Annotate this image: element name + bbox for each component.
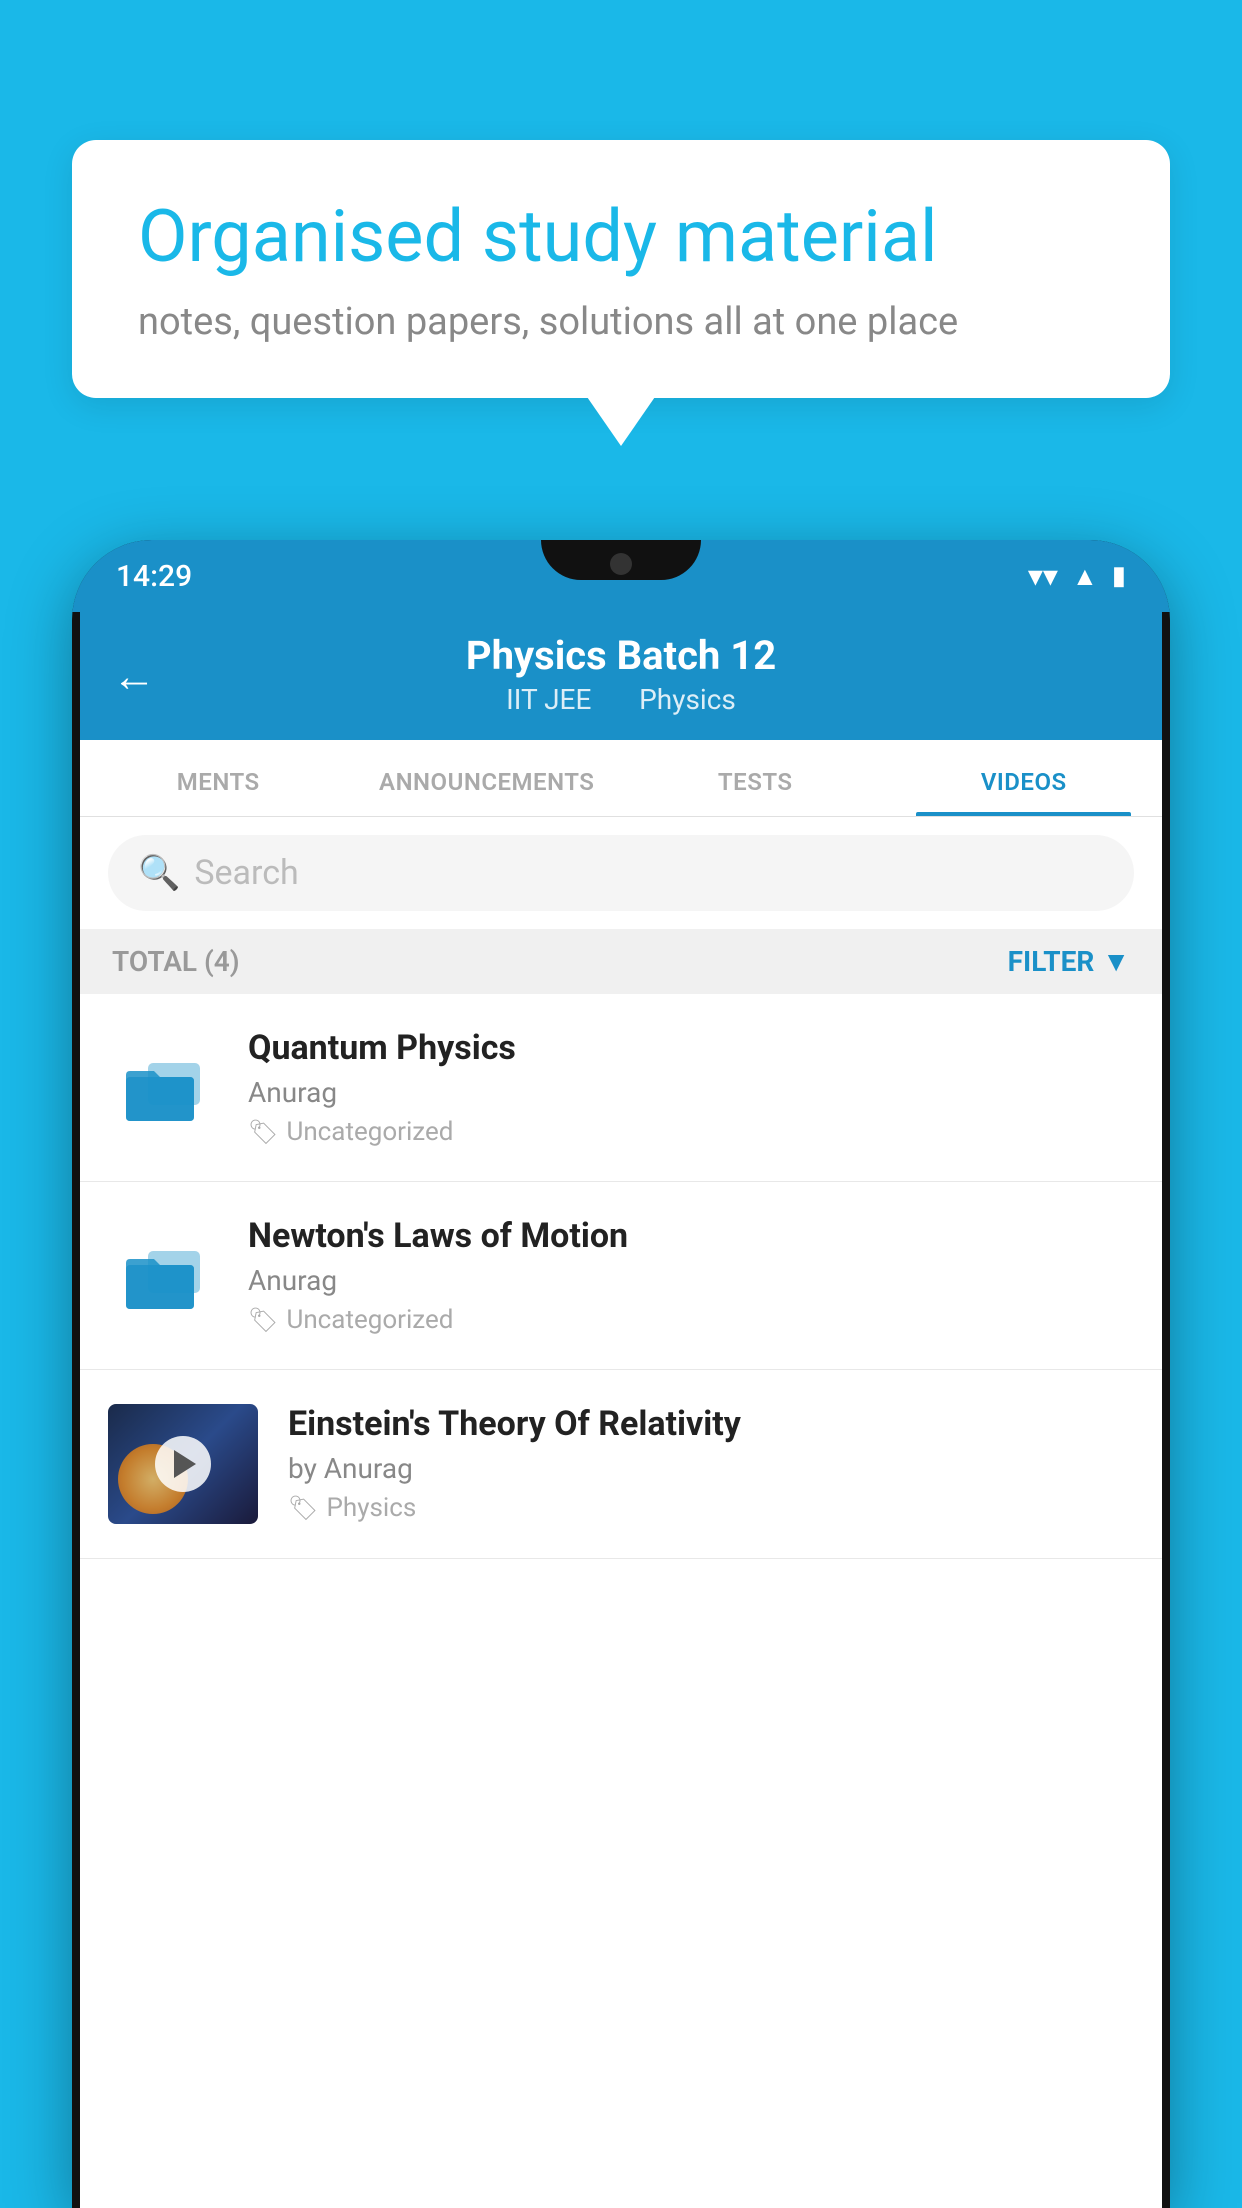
phone-content: ← Physics Batch 12 IIT JEE Physics MENTS… bbox=[80, 612, 1162, 2208]
battery-icon: ▮ bbox=[1112, 561, 1126, 591]
search-box[interactable]: 🔍 Search bbox=[108, 835, 1134, 911]
status-time: 14:29 bbox=[116, 559, 192, 594]
header-subtitle-physics: Physics bbox=[639, 683, 736, 716]
folder-icon bbox=[108, 1224, 218, 1334]
header-subtitle: IIT JEE Physics bbox=[120, 683, 1122, 716]
phone-frame: 14:29 ▾▾ ▲ ▮ ← Physics Batch 12 IIT JEE … bbox=[72, 540, 1170, 2208]
video-tag: 🏷 Uncategorized bbox=[248, 1117, 1134, 1147]
tag-icon: 🏷 bbox=[248, 1118, 278, 1146]
bubble-title: Organised study material bbox=[138, 194, 1104, 280]
header-title: Physics Batch 12 bbox=[120, 632, 1122, 679]
tag-icon: 🏷 bbox=[248, 1306, 278, 1334]
tag-text: Physics bbox=[326, 1493, 416, 1523]
header-subtitle-iitjee: IIT JEE bbox=[506, 683, 591, 716]
back-button[interactable]: ← bbox=[112, 650, 156, 702]
filter-icon: ▼ bbox=[1102, 945, 1130, 978]
phone-notch bbox=[541, 540, 701, 580]
tab-announcements[interactable]: ANNOUNCEMENTS bbox=[353, 740, 622, 816]
search-container: 🔍 Search bbox=[80, 817, 1162, 929]
filter-label: FILTER bbox=[1008, 945, 1095, 978]
tab-videos[interactable]: VIDEOS bbox=[890, 740, 1159, 816]
tab-tests[interactable]: TESTS bbox=[621, 740, 890, 816]
signal-icon: ▲ bbox=[1072, 561, 1098, 592]
search-icon: 🔍 bbox=[138, 853, 180, 893]
total-count: TOTAL (4) bbox=[112, 945, 240, 978]
play-circle bbox=[155, 1436, 211, 1492]
search-placeholder: Search bbox=[194, 853, 298, 893]
tag-icon: 🏷 bbox=[288, 1494, 318, 1522]
list-item[interactable]: Einstein's Theory Of Relativity by Anura… bbox=[80, 1370, 1162, 1559]
wifi-icon: ▾▾ bbox=[1028, 559, 1058, 594]
video-title: Newton's Laws of Motion bbox=[248, 1216, 1134, 1256]
tabs-bar: MENTS ANNOUNCEMENTS TESTS VIDEOS bbox=[80, 740, 1162, 817]
video-tag: 🏷 Physics bbox=[288, 1493, 1134, 1523]
list-item[interactable]: Newton's Laws of Motion Anurag 🏷 Uncateg… bbox=[80, 1182, 1162, 1370]
video-info: Einstein's Theory Of Relativity by Anura… bbox=[288, 1404, 1134, 1523]
video-info: Newton's Laws of Motion Anurag 🏷 Uncateg… bbox=[248, 1216, 1134, 1335]
status-icons: ▾▾ ▲ ▮ bbox=[1028, 559, 1126, 594]
play-button-overlay[interactable] bbox=[108, 1404, 258, 1524]
folder-icon bbox=[108, 1036, 218, 1146]
camera-icon bbox=[610, 553, 632, 575]
tag-text: Uncategorized bbox=[286, 1117, 453, 1147]
status-bar: 14:29 ▾▾ ▲ ▮ bbox=[72, 540, 1170, 612]
video-info: Quantum Physics Anurag 🏷 Uncategorized bbox=[248, 1028, 1134, 1147]
filter-button[interactable]: FILTER ▼ bbox=[1008, 945, 1130, 978]
list-item[interactable]: Quantum Physics Anurag 🏷 Uncategorized bbox=[80, 994, 1162, 1182]
video-title: Quantum Physics bbox=[248, 1028, 1134, 1068]
video-author: Anurag bbox=[248, 1264, 1134, 1297]
app-header: ← Physics Batch 12 IIT JEE Physics bbox=[80, 612, 1162, 740]
play-triangle-icon bbox=[174, 1450, 196, 1478]
tag-text: Uncategorized bbox=[286, 1305, 453, 1335]
video-author: Anurag bbox=[248, 1076, 1134, 1109]
speech-bubble: Organised study material notes, question… bbox=[72, 140, 1170, 398]
video-thumbnail bbox=[108, 1404, 258, 1524]
bubble-subtitle: notes, question papers, solutions all at… bbox=[138, 300, 1104, 344]
tab-ments[interactable]: MENTS bbox=[84, 740, 353, 816]
video-tag: 🏷 Uncategorized bbox=[248, 1305, 1134, 1335]
video-author: by Anurag bbox=[288, 1452, 1134, 1485]
filter-bar: TOTAL (4) FILTER ▼ bbox=[80, 929, 1162, 994]
video-title: Einstein's Theory Of Relativity bbox=[288, 1404, 1134, 1444]
video-list: Quantum Physics Anurag 🏷 Uncategorized bbox=[80, 994, 1162, 2208]
